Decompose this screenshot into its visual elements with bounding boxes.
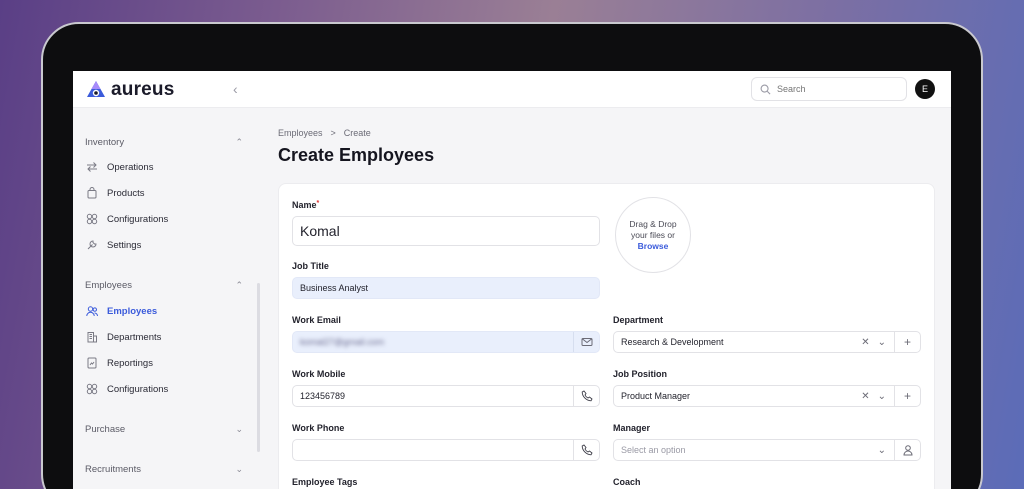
clear-icon[interactable]: ✕ (861, 337, 869, 348)
sidebar-group-inventory[interactable]: Inventory ⌃ (85, 137, 243, 148)
wrench-icon (85, 238, 99, 252)
plus-icon: + (903, 389, 911, 403)
users-icon (85, 304, 99, 318)
chevron-up-icon: ⌃ (235, 280, 243, 290)
chevron-down-icon: ⌄ (235, 424, 243, 434)
breadcrumb-employees[interactable]: Employees (278, 128, 323, 138)
sidebar-item-departments[interactable]: Departments (85, 326, 249, 348)
chevron-down-icon[interactable]: ⌄ (878, 391, 886, 402)
search-box[interactable] (751, 77, 907, 101)
work-mobile-input[interactable]: 123456789 (292, 385, 600, 407)
grid-icon (85, 382, 99, 396)
chevron-down-icon[interactable]: ⌄ (878, 337, 886, 348)
work-phone-input[interactable] (292, 439, 600, 461)
department-label: Department (613, 315, 664, 325)
breadcrumb: Employees > Create (278, 128, 371, 138)
sidebar-item-reportings[interactable]: Reportings (85, 352, 249, 374)
app-logo[interactable]: aureus (85, 79, 175, 101)
top-bar: aureus ‹ E (73, 71, 951, 108)
report-icon (85, 356, 99, 370)
building-icon (85, 330, 99, 344)
app-screen: aureus ‹ E Inventory ⌃ Operations (73, 71, 951, 489)
name-input[interactable]: Komal (292, 216, 600, 246)
work-email-label: Work Email (292, 315, 341, 325)
user-avatar[interactable]: E (915, 79, 935, 99)
job-title-input[interactable]: Business Analyst (292, 277, 600, 299)
plus-icon: + (903, 335, 911, 349)
phone-icon (573, 440, 599, 460)
sidebar-item-configurations[interactable]: Configurations (85, 208, 249, 230)
sidebar-scrollbar[interactable] (257, 283, 260, 452)
shopping-bag-icon (85, 186, 99, 200)
manager-profile-button[interactable] (894, 440, 920, 460)
sidebar-group-employees[interactable]: Employees ⌃ (85, 280, 243, 291)
collapse-sidebar-button[interactable]: ‹ (233, 81, 247, 97)
search-icon (760, 84, 771, 94)
user-icon (902, 445, 913, 456)
phone-icon (573, 386, 599, 406)
mail-icon (573, 332, 599, 352)
work-mobile-label: Work Mobile (292, 369, 346, 379)
sidebar-item-configurations-2[interactable]: Configurations (85, 378, 249, 400)
job-title-label: Job Title (292, 261, 329, 271)
aureus-logo-icon (87, 81, 105, 97)
sidebar-item-products[interactable]: Products (85, 182, 249, 204)
sidebar-item-settings[interactable]: Settings (85, 234, 249, 256)
sidebar: Inventory ⌃ Operations Products Configur… (73, 108, 257, 489)
chevron-down-icon: ⌄ (235, 464, 243, 474)
job-position-label: Job Position (613, 369, 667, 379)
sidebar-group-recruitments[interactable]: Recruitments ⌄ (85, 464, 243, 475)
add-department-button[interactable]: + (894, 332, 920, 352)
work-email-input[interactable]: komal27@gmail.com (292, 331, 600, 353)
page-title: Create Employees (278, 145, 435, 165)
coach-label: Coach (613, 477, 641, 487)
sidebar-item-operations[interactable]: Operations (85, 156, 249, 178)
chevron-up-icon: ⌃ (235, 137, 243, 147)
avatar-dropzone[interactable]: Drag & Drop your files or Browse (615, 197, 691, 273)
swap-arrows-icon (85, 160, 99, 174)
name-label: Name* (292, 200, 320, 210)
employee-form-card: Name* Komal Drag & Drop your files or Br… (278, 183, 935, 489)
grid-icon (85, 212, 99, 226)
clear-icon[interactable]: ✕ (861, 391, 869, 402)
search-input[interactable] (777, 84, 897, 94)
manager-select[interactable]: Select an option ⌄ (613, 439, 921, 461)
add-job-position-button[interactable]: + (894, 386, 920, 406)
breadcrumb-create: Create (343, 128, 371, 138)
breadcrumb-separator: > (330, 128, 336, 138)
department-select[interactable]: Research & Development ✕ ⌄ + (613, 331, 921, 353)
work-phone-label: Work Phone (292, 423, 345, 433)
employee-tags-label: Employee Tags (292, 477, 358, 487)
chevron-left-icon: ‹ (233, 81, 238, 97)
sidebar-item-employees[interactable]: Employees (85, 300, 249, 322)
browse-link[interactable]: Browse (638, 241, 669, 252)
job-position-select[interactable]: Product Manager ✕ ⌄ + (613, 385, 921, 407)
sidebar-group-purchase[interactable]: Purchase ⌄ (85, 424, 243, 435)
app-name: aureus (111, 79, 175, 100)
chevron-down-icon[interactable]: ⌄ (878, 445, 886, 456)
manager-label: Manager (613, 423, 651, 433)
